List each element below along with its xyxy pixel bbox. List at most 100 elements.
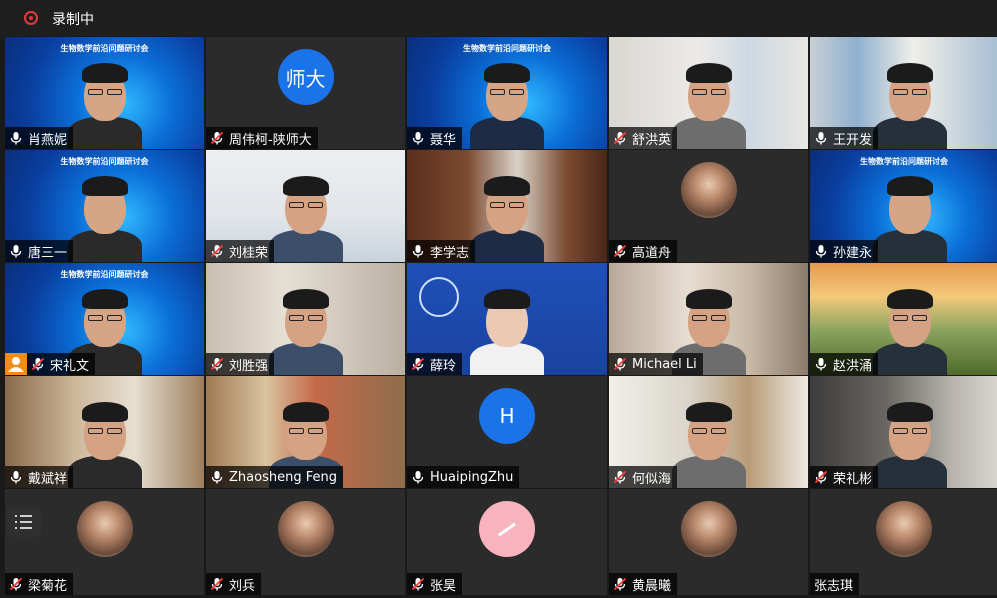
participant-video <box>261 168 351 262</box>
mic-icon <box>815 358 827 371</box>
participant-video <box>865 168 955 262</box>
participant-tile[interactable]: H HuaipingZhu <box>407 376 607 488</box>
participant-video <box>462 55 552 149</box>
participant-video <box>865 281 955 375</box>
conference-banner-title: 生物数学前沿问题研讨会 <box>60 44 149 53</box>
mic-muted-icon <box>411 577 425 591</box>
mic-icon <box>815 245 827 258</box>
avatar <box>680 501 737 557</box>
user-icon <box>8 357 24 372</box>
participant-tile[interactable]: 舒洪英 <box>609 37 808 149</box>
participant-name-bar: 薛玲 <box>407 353 463 375</box>
participant-tile[interactable]: 生物数学前沿问题研讨会聂华 <box>407 37 607 149</box>
mic-icon <box>10 132 22 145</box>
participant-video <box>664 394 754 488</box>
participant-name: 唐三一 <box>28 245 68 261</box>
host-badge <box>5 353 27 375</box>
participant-name: 周伟柯-陕师大 <box>229 132 312 148</box>
participant-name: 薛玲 <box>430 358 457 374</box>
participant-tile[interactable]: 高道舟 <box>609 150 808 262</box>
participant-tile[interactable]: Michael Li <box>609 263 808 375</box>
participant-tile[interactable]: 生物数学前沿问题研讨会肖燕妮 <box>5 37 204 149</box>
recording-label: 录制中 <box>52 12 94 28</box>
mic-muted-icon <box>31 357 45 371</box>
mic-icon <box>10 471 22 484</box>
participant-name: 梁菊花 <box>28 578 68 594</box>
participant-name-bar: 舒洪英 <box>609 127 678 149</box>
university-logo <box>419 277 459 317</box>
mic-muted-icon <box>814 470 828 484</box>
participant-tile[interactable]: 梁菊花 <box>5 489 204 595</box>
participant-video <box>664 55 754 149</box>
participant-name-bar: 刘胜强 <box>206 353 275 375</box>
participant-name-bar: Michael Li <box>609 353 703 375</box>
participant-tile[interactable]: 张志琪 <box>810 489 997 595</box>
mic-icon <box>211 471 223 484</box>
participant-name: Zhaosheng Feng <box>229 469 337 485</box>
mic-muted-icon <box>613 131 627 145</box>
participant-tile[interactable]: 生物数学前沿问题研讨会 唐三一 <box>5 150 204 262</box>
participant-name-bar: 梁菊花 <box>5 573 74 595</box>
participant-video <box>60 394 150 488</box>
participant-name-bar: Zhaosheng Feng <box>206 466 343 488</box>
participant-name: 张昊 <box>430 578 457 594</box>
participant-name: 舒洪英 <box>632 132 672 148</box>
participant-tile[interactable]: 刘胜强 <box>206 263 405 375</box>
mic-muted-icon <box>613 244 627 258</box>
participant-tile[interactable]: 师大周伟柯-陕师大 <box>206 37 405 149</box>
participant-name-bar: 肖燕妮 <box>5 127 74 149</box>
participant-tile[interactable]: 李学志 <box>407 150 607 262</box>
mic-muted-icon <box>210 244 224 258</box>
mic-muted-icon <box>210 131 224 145</box>
participant-name-bar: 高道舟 <box>609 240 678 262</box>
participant-tile[interactable]: 王开发 <box>810 37 997 149</box>
mic-icon <box>412 471 424 484</box>
avatar <box>680 162 737 218</box>
participant-name: 黄晨曦 <box>632 578 672 594</box>
participant-name-bar: 张志琪 <box>810 573 860 595</box>
participant-tile[interactable]: 张昊 <box>407 489 607 595</box>
list-icon <box>15 515 32 529</box>
mic-muted-icon <box>9 577 23 591</box>
recording-icon <box>24 11 38 25</box>
participant-tile[interactable]: 刘兵 <box>206 489 405 595</box>
participant-name-bar: 刘桂荣 <box>206 240 275 262</box>
mic-muted-icon <box>613 577 627 591</box>
participant-tile[interactable]: 薛玲 <box>407 263 607 375</box>
avatar <box>277 501 334 557</box>
participant-tile[interactable]: 生物数学前沿问题研讨会 宋礼文 <box>5 263 204 375</box>
participant-name: 刘兵 <box>229 578 256 594</box>
avatar: H <box>479 388 535 444</box>
participant-tile[interactable]: 刘桂荣 <box>206 150 405 262</box>
participant-video <box>462 281 552 375</box>
mic-muted-icon <box>411 357 425 371</box>
participant-video <box>865 394 955 488</box>
participant-name: 刘胜强 <box>229 358 269 374</box>
participant-tile[interactable]: 荣礼彬 <box>810 376 997 488</box>
participant-name-bar: 王开发 <box>810 127 879 149</box>
participant-name-bar: 张昊 <box>407 573 463 595</box>
mic-muted-icon <box>210 357 224 371</box>
participants-menu-button[interactable] <box>7 507 41 537</box>
conference-banner-title: 生物数学前沿问题研讨会 <box>463 44 551 53</box>
participant-tile[interactable]: 黄晨曦 <box>609 489 808 595</box>
participant-tile[interactable]: 何似海 <box>609 376 808 488</box>
participant-tile[interactable]: 生物数学前沿问题研讨会 孙建永 <box>810 150 997 262</box>
participant-name-bar: 聂华 <box>407 127 463 149</box>
participant-tile[interactable]: Zhaosheng Feng <box>206 376 405 488</box>
participant-name-bar: 戴斌祥 <box>5 466 74 488</box>
participant-name-bar: 宋礼文 <box>27 353 96 375</box>
participant-name-bar: 刘兵 <box>206 573 262 595</box>
participant-name-bar: HuaipingZhu <box>407 466 520 488</box>
participant-name: 何似海 <box>632 471 672 487</box>
participant-name-bar: 赵洪涌 <box>810 353 879 375</box>
participant-name: 荣礼彬 <box>833 471 873 487</box>
participant-name: 赵洪涌 <box>833 358 873 374</box>
avatar <box>876 501 932 557</box>
participant-name-bar: 黄晨曦 <box>609 573 678 595</box>
avatar-text: 师大 <box>285 66 326 91</box>
participant-name: 王开发 <box>833 132 873 148</box>
participant-name: 聂华 <box>430 132 457 148</box>
participant-tile[interactable]: 戴斌祥 <box>5 376 204 488</box>
participant-tile[interactable]: 赵洪涌 <box>810 263 997 375</box>
